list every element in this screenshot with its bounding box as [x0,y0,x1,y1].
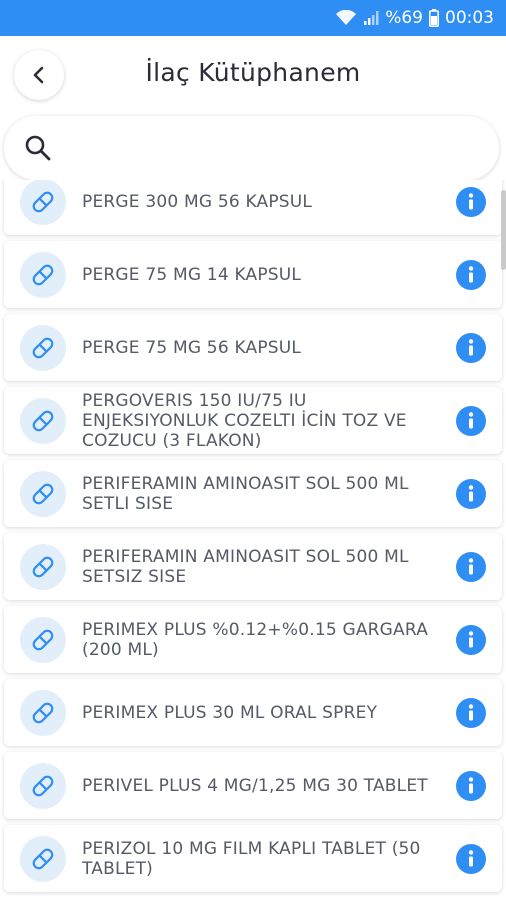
item-label: PERIZOL 10 MG FILM KAPLI TABLET (50 TABL… [82,838,421,879]
list-item[interactable]: PERGE 300 MG 56 KAPSUL [4,180,502,235]
list-item[interactable]: PERGOVERIS 150 IU/75 IU ENJEKSIYONLUK CO… [4,387,502,454]
scrollbar[interactable] [501,190,506,270]
info-icon[interactable] [456,186,486,217]
list-item[interactable]: PERIFERAMIN AMINOASIT SOL 500 ML SETLI S… [4,460,502,527]
info-icon[interactable] [456,551,486,582]
info-icon[interactable] [456,624,486,655]
item-label: PERIMEX PLUS %0.12+%0.15 GARGARA (200 ML… [82,619,429,660]
pill-icon [20,180,66,225]
search-box[interactable] [4,116,499,180]
info-icon[interactable] [456,478,486,509]
list-item[interactable]: PERGE 75 MG 56 KAPSUL [4,314,502,381]
item-label: PERGOVERIS 150 IU/75 IU ENJEKSIYONLUK CO… [82,390,407,451]
item-label: PERGE 75 MG 14 KAPSUL [82,264,302,285]
item-label: PERIFERAMIN AMINOASIT SOL 500 ML SETSIZ … [82,546,409,587]
list-item[interactable]: PERIFERAMIN AMINOASIT SOL 500 ML SETSIZ … [4,533,502,600]
list-item[interactable]: PERIZOL 10 MG FILM KAPLI TABLET (50 TABL… [4,825,502,892]
pill-icon [20,252,66,298]
list-item[interactable]: PERIMEX PLUS %0.12+%0.15 GARGARA (200 ML… [4,606,502,673]
info-icon[interactable] [456,405,486,436]
item-label: PERGE 300 MG 56 KAPSUL [82,191,313,212]
item-label: PERGE 75 MG 56 KAPSUL [82,337,302,358]
pill-icon [20,836,66,882]
wifi-icon [335,10,357,26]
pill-icon [20,398,66,444]
info-icon[interactable] [456,770,486,801]
item-label: PERIVEL PLUS 4 MG/1,25 MG 30 TABLET [82,775,428,796]
pill-icon [20,471,66,517]
page-title: İlaç Kütüphanem [145,58,361,87]
search-icon [25,135,51,161]
list-item[interactable]: PERGE 75 MG 14 KAPSUL [4,241,502,308]
battery-icon [429,9,439,27]
clock: 00:03 [445,8,494,28]
list-item[interactable]: PERIMEX PLUS 30 ML ORAL SPREY [4,679,502,746]
signal-icon [363,10,379,26]
info-icon[interactable] [456,697,486,728]
app-header: İlaç Kütüphanem [0,36,506,116]
battery-percent: %69 [385,8,423,28]
item-label: PERIFERAMIN AMINOASIT SOL 500 ML SETLI S… [82,473,409,514]
pill-icon [20,544,66,590]
info-icon[interactable] [456,332,486,363]
search-input[interactable] [68,130,482,168]
pill-icon [20,690,66,736]
pill-icon [20,325,66,371]
info-icon[interactable] [456,843,486,874]
status-bar: %69 00:03 [0,0,506,36]
medicine-list[interactable]: PERGE 300 MG 56 KAPSUL PERGE 75 MG 14 KAP… [0,180,506,900]
info-icon[interactable] [456,259,486,290]
pill-icon [20,617,66,663]
list-item[interactable]: PERIVEL PLUS 4 MG/1,25 MG 30 TABLET [4,752,502,819]
pill-icon [20,763,66,809]
item-label: PERIMEX PLUS 30 ML ORAL SPREY [82,702,378,723]
